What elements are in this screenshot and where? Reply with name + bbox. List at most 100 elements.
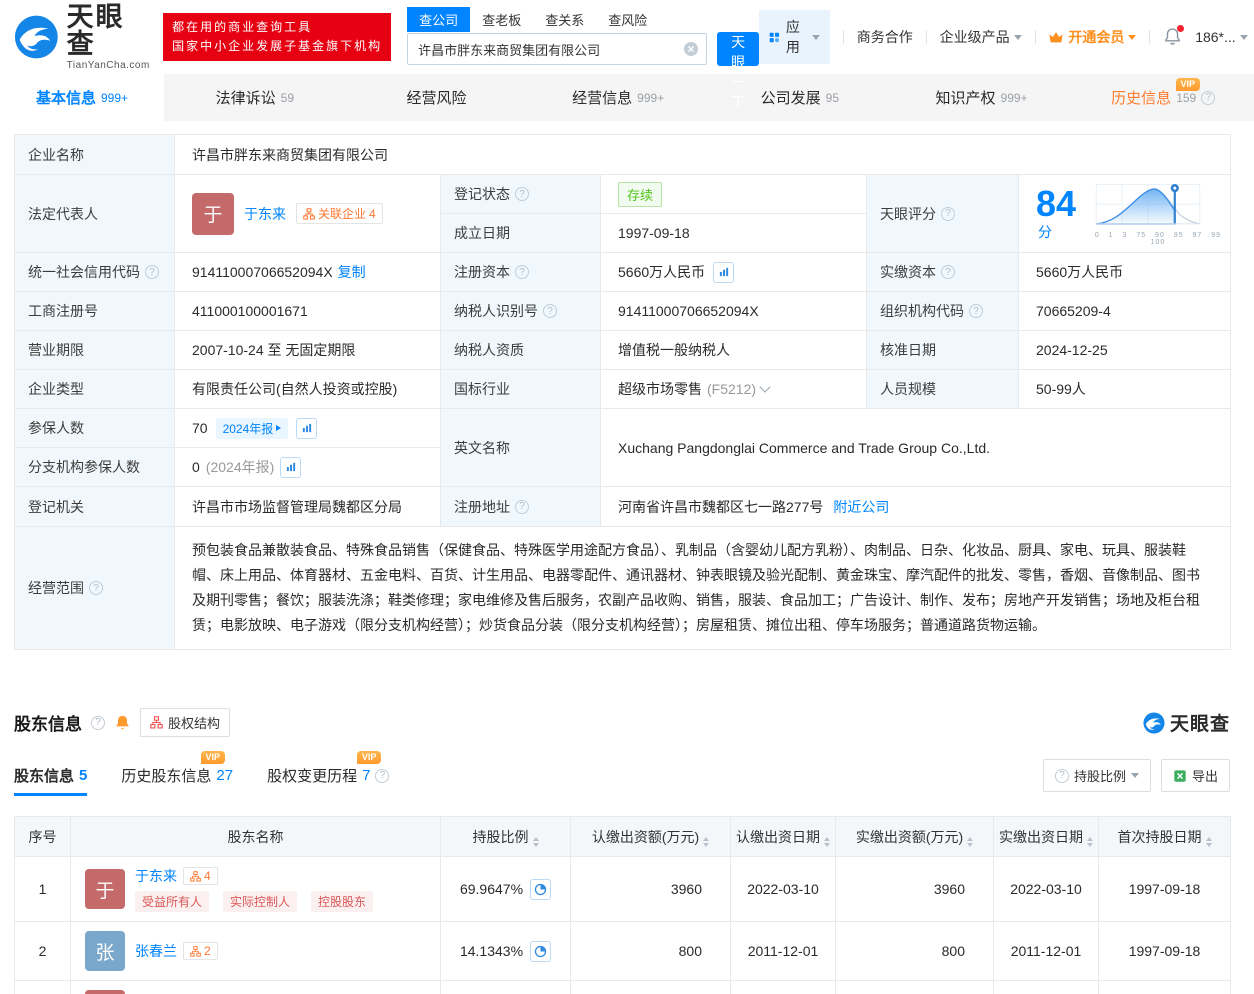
legal-rep-label: 法定代表人 [15, 175, 175, 253]
related-companies-button[interactable]: 2 [183, 942, 218, 960]
copy-link[interactable]: 复制 [338, 262, 366, 282]
tab-history-info[interactable]: VIP 历史信息 159 ? [1072, 74, 1254, 121]
reg-capital-label: 注册资本? [441, 253, 601, 292]
tab-legal[interactable]: 法律诉讼 59 [164, 74, 346, 121]
paid-capital-label: 实缴资本? [867, 253, 1019, 292]
nav-cooperation[interactable]: 商务合作 [857, 27, 913, 47]
help-icon[interactable]: ? [941, 207, 955, 221]
vip-badge: VIP [357, 751, 382, 764]
tab-intellectual-property[interactable]: 知识产权 999+ [891, 74, 1073, 121]
ratio-pie-button[interactable] [530, 879, 551, 900]
help-icon[interactable]: ? [941, 265, 955, 279]
clear-search-icon[interactable] [683, 41, 699, 57]
trend-chart-icon [301, 422, 313, 434]
tianyancha-logo[interactable]: 天眼查 TianYanCha.com [14, 4, 151, 71]
sort-icon[interactable] [1087, 837, 1093, 847]
tab-company-development[interactable]: 公司发展 95 [709, 74, 891, 121]
table-header-row: 序号 股东名称 持股比例 认缴出资额(万元) 认缴出资日期 实缴出资额(万元) … [15, 817, 1231, 857]
shareholder-link[interactable]: 于东来 [135, 866, 177, 886]
shareholder-avatar[interactable]: 于 [85, 869, 125, 909]
related-companies-button[interactable]: 4 [183, 867, 218, 885]
search-tab-risk[interactable]: 查风险 [596, 7, 659, 32]
sort-icon[interactable] [533, 837, 539, 847]
tab-label: 公司发展 [761, 87, 821, 108]
search-input[interactable] [407, 33, 707, 65]
col-paid-amount[interactable]: 实缴出资额(万元) [836, 817, 994, 857]
shareholder-avatar[interactable]: 张 [85, 931, 125, 971]
search-tab-company[interactable]: 查公司 [407, 7, 470, 32]
search-button[interactable]: 天眼一下 [717, 32, 759, 66]
paid-amount: 300 [836, 981, 994, 994]
tab-operating-risk[interactable]: 经营风险 [346, 74, 528, 121]
tab-business-info[interactable]: 经营信息 999+ [527, 74, 709, 121]
tab-shareholders[interactable]: 股东信息5 [14, 765, 87, 786]
industry-label: 国标行业 [441, 370, 601, 409]
capital-trend-button[interactable] [713, 262, 734, 283]
established-label: 成立日期 [441, 214, 601, 253]
tab-basic-info[interactable]: 基本信息 999+ [0, 74, 164, 121]
col-sub-amount[interactable]: 认缴出资额(万元) [571, 817, 731, 857]
tab-historical-shareholders[interactable]: VIP 历史股东信息27 [121, 765, 233, 786]
alert-bell-icon[interactable] [114, 714, 131, 731]
apps-menu[interactable]: 应用 [759, 10, 830, 64]
col-no: 序号 [15, 817, 71, 857]
nearby-companies-link[interactable]: 附近公司 [833, 497, 889, 517]
nav-open-vip[interactable]: 开通会员 [1048, 27, 1136, 47]
branch-insured-trend-button[interactable] [280, 457, 301, 478]
help-icon[interactable]: ? [91, 716, 105, 730]
search-tabs: 查公司 查老板 查关系 查风险 [407, 8, 759, 32]
tab-count: 95 [826, 91, 839, 105]
tyc-score-cell[interactable]: 84分 [1019, 175, 1231, 253]
address-cell: 河南省许昌市魏都区七一路277号 附近公司 [601, 487, 1231, 527]
legal-rep-avatar[interactable]: 于 [192, 193, 234, 235]
english-name-label: 英文名称 [441, 409, 601, 487]
related-companies-button[interactable]: 关联企业 4 [296, 203, 383, 224]
help-icon[interactable]: ? [1201, 91, 1215, 105]
shareholder-link[interactable]: 张春兰 [135, 941, 177, 961]
insured-trend-button[interactable] [296, 418, 317, 439]
org-code-value: 70665209-4 [1019, 292, 1231, 331]
help-icon[interactable]: ? [145, 265, 159, 279]
promo-banner: 都在用的商业查询工具 国家中小企业发展子基金旗下机构 [163, 13, 391, 60]
help-icon[interactable]: ? [515, 500, 529, 514]
sort-icon[interactable] [824, 837, 830, 847]
insured-cell: 70 2024年报 [175, 409, 441, 448]
promo-line-2: 国家中小企业发展子基金旗下机构 [172, 37, 382, 56]
apps-label: 应用 [786, 17, 806, 57]
paid-date: 2011-12-01 [994, 922, 1099, 981]
trend-chart-icon [285, 461, 297, 473]
search-tab-boss[interactable]: 查老板 [470, 7, 533, 32]
annual-report-button[interactable]: 2024年报 [216, 418, 289, 439]
account-menu[interactable]: 186*... [1195, 29, 1247, 45]
shareholder-avatar[interactable]: 于 [85, 990, 125, 994]
paid-amount: 3960 [836, 857, 994, 922]
col-first-date[interactable]: 首次持股日期 [1099, 817, 1231, 857]
ratio-pie-button[interactable] [530, 941, 551, 962]
help-icon[interactable]: ? [375, 769, 389, 783]
sort-icon[interactable] [703, 837, 709, 847]
help-icon[interactable]: ? [543, 304, 557, 318]
reg-status-label: 登记状态? [441, 175, 601, 214]
help-icon[interactable]: ? [969, 304, 983, 318]
nav-enterprise[interactable]: 企业级产品 [940, 27, 1022, 47]
industry-cell[interactable]: 超级市场零售 (F5212) [601, 370, 867, 409]
help-icon[interactable]: ? [515, 187, 529, 201]
col-paid-date[interactable]: 实缴出资日期 [994, 817, 1099, 857]
help-icon[interactable]: ? [89, 581, 103, 595]
sort-icon[interactable] [967, 837, 973, 847]
export-button[interactable]: 导出 [1161, 759, 1230, 792]
notifications-bell[interactable] [1163, 27, 1182, 47]
col-ratio[interactable]: 持股比例 [441, 817, 571, 857]
col-sub-date[interactable]: 认缴出资日期 [731, 817, 836, 857]
term-label: 营业期限 [15, 331, 175, 370]
sort-icon[interactable] [1206, 837, 1212, 847]
divider [1149, 30, 1150, 44]
search-tab-relation[interactable]: 查关系 [533, 7, 596, 32]
legal-rep-link[interactable]: 于东来 [244, 204, 286, 224]
approve-date-label: 核准日期 [867, 331, 1019, 370]
help-icon[interactable]: ? [515, 265, 529, 279]
ratio-filter-button[interactable]: ? 持股比例 [1043, 759, 1151, 792]
promo-line-1: 都在用的商业查询工具 [172, 18, 382, 37]
tab-equity-change-history[interactable]: VIP 股权变更历程7 ? [267, 765, 389, 786]
equity-structure-button[interactable]: 股权结构 [140, 708, 230, 737]
